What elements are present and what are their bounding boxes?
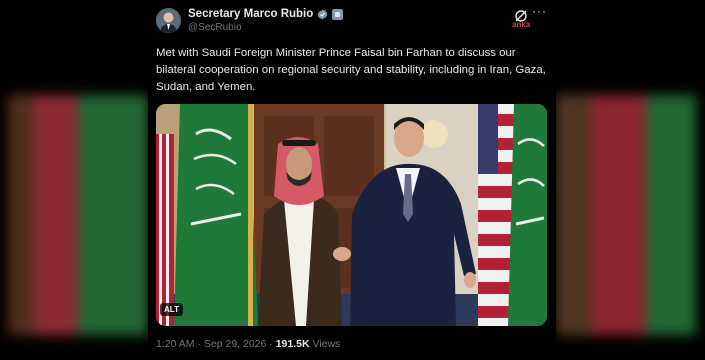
tweet-time[interactable]: 1:20 AM — [156, 338, 195, 350]
government-badge-icon — [332, 8, 344, 20]
metadata-separator: · — [269, 338, 273, 350]
author-name-row[interactable]: Secretary Marco Rubio — [188, 8, 344, 20]
verified-badge-icon — [317, 9, 328, 19]
more-icon[interactable]: ··· — [532, 4, 547, 18]
avatar[interactable] — [156, 8, 181, 33]
background-blur-right — [556, 95, 696, 335]
tweet-photo[interactable]: ALT — [156, 104, 547, 326]
tweet-date[interactable]: Sep 29, 2026 — [204, 338, 266, 350]
author-display-name[interactable]: Secretary Marco Rubio — [188, 8, 313, 20]
author-handle[interactable]: @SecRubio — [188, 22, 242, 33]
views-count[interactable]: 191.5K — [276, 338, 310, 350]
photo-scene — [156, 104, 547, 326]
alt-text-badge[interactable]: ALT — [160, 303, 183, 316]
tweet-metadata: 1:20 AM · Sep 29, 2026 · 191.5K Views — [156, 338, 340, 350]
tweet-text: Met with Saudi Foreign Minister Prince F… — [156, 47, 546, 93]
background-blur-left — [8, 95, 148, 335]
views-label: Views — [312, 338, 341, 350]
watermark-logo: anka — [512, 20, 531, 29]
tweet-card: Secretary Marco Rubio @SecRubio anka ···… — [148, 0, 556, 360]
metadata-separator: · — [197, 338, 201, 350]
